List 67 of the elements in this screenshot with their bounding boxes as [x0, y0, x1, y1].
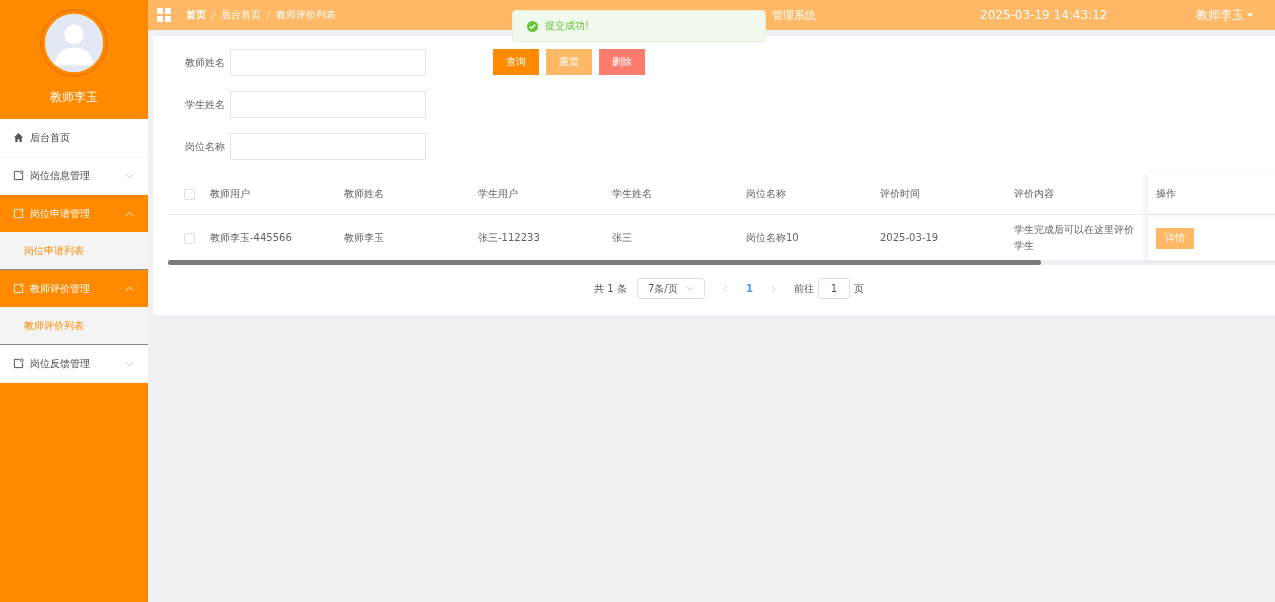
document-icon [13, 283, 24, 294]
chevron-up-icon [125, 285, 134, 292]
field-label: 学生姓名 [184, 97, 225, 112]
user-name: 教师李玉 [50, 89, 98, 106]
input-field[interactable] [230, 133, 426, 160]
checkbox[interactable] [183, 232, 195, 244]
column-header: 评价时间 [880, 187, 921, 201]
column-header: 岗位名称 [746, 187, 787, 201]
column-header: 学生姓名 [612, 187, 653, 201]
breadcrumb-link[interactable]: 教师评价列表 [276, 8, 336, 22]
chevron-down-icon [125, 172, 134, 179]
column-header: 操作 [1148, 174, 1275, 214]
home-icon [13, 132, 24, 143]
menu-label: 教师评价管理 [30, 281, 90, 296]
goto-page-field[interactable]: 1 [817, 278, 850, 299]
caret-icon [1247, 13, 1253, 17]
chevron-up-icon [125, 210, 134, 217]
submenu-item[interactable]: 岗位申请列表 [0, 233, 148, 270]
next-page-icon[interactable] [770, 284, 776, 293]
chevron-down-icon [125, 360, 134, 367]
document-icon [13, 170, 24, 181]
check-circle-icon [527, 20, 538, 32]
column-header: 教师姓名 [344, 187, 385, 201]
column-header: 评价内容 [1014, 187, 1055, 201]
grid-menu-icon[interactable] [157, 8, 171, 22]
field-label: 教师姓名 [184, 55, 225, 70]
user-menu[interactable]: 教师李玉 [1196, 6, 1253, 24]
breadcrumb-link[interactable]: 后台首页 [221, 8, 261, 22]
page-unit: 页 [853, 281, 864, 296]
system-title: 管理系统 [772, 7, 816, 23]
table-cell-text: 张三 [612, 231, 633, 245]
column-header: 学生用户 [478, 187, 519, 201]
submenu-item[interactable]: 教师评价列表 [0, 308, 148, 345]
menu-label: 岗位申请管理 [30, 206, 90, 221]
table-cell-text: 教师李玉 [344, 231, 385, 245]
page-size-select[interactable]: 7条/页 [636, 278, 705, 299]
table-cell-text: 教师李玉-445566 [210, 231, 293, 245]
menu-group[interactable]: 岗位申请管理 [0, 195, 148, 233]
total-count: 共 1 条 [594, 281, 627, 296]
detail-button[interactable]: 详情 [1156, 227, 1194, 249]
previous-page-icon[interactable] [722, 284, 728, 293]
menu-label: 岗位反馈管理 [30, 356, 90, 371]
breadcrumb-link[interactable]: 首页 [186, 8, 206, 22]
menu-label: 岗位信息管理 [30, 168, 90, 183]
menu-group[interactable]: 教师评价管理 [0, 270, 148, 308]
checkbox[interactable] [183, 188, 195, 200]
goto-label: 前往 [793, 281, 814, 296]
column-header: 教师用户 [210, 187, 251, 201]
toast-message: 提交成功! [545, 19, 589, 33]
chevron-down-icon [685, 286, 694, 291]
horizontal-scrollbar[interactable] [168, 260, 1275, 265]
table-cell-text: 学生完成后可以在这里评价学生 [1014, 223, 1135, 253]
page-number[interactable]: 1 [745, 283, 753, 294]
table-cell-text: 2025-03-19 [880, 231, 940, 245]
avatar-silhouette-icon [40, 9, 108, 77]
action-button[interactable]: 删除 [599, 49, 645, 75]
action-button[interactable]: 重置 [546, 49, 592, 75]
datetime: 2025-03-19 14:43:12 [980, 8, 1108, 22]
action-button[interactable]: 查询 [493, 49, 539, 75]
table-cell-text: 岗位名称10 [746, 231, 800, 245]
field-label: 岗位名称 [184, 139, 225, 154]
menu-label: 后台首页 [30, 130, 70, 145]
input-field[interactable] [230, 91, 426, 118]
input-field[interactable] [230, 49, 426, 76]
table-cell-text: 张三-112233 [478, 231, 541, 245]
document-icon [13, 208, 24, 219]
document-icon [13, 358, 24, 369]
